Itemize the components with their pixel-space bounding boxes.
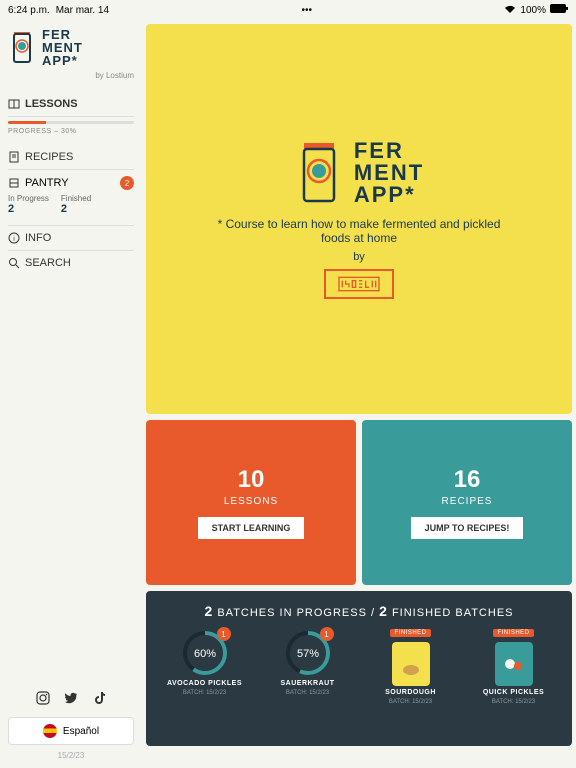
nav-pantry-section: PANTRY 2 In Progress 2 Finished 2 [8, 170, 134, 226]
info-icon: i [8, 232, 20, 244]
start-learning-button[interactable]: START LEARNING [198, 517, 305, 539]
hero-jar-icon [294, 139, 344, 207]
batch-date: BATCH: 15/2/23 [389, 699, 432, 705]
progress-section: PROGRESS – 30% [8, 117, 134, 145]
batches-panel: 2 BATCHES IN PROGRESS / 2 FINISHED BATCH… [146, 591, 572, 746]
sidebar-date: 15/2/23 [8, 751, 134, 760]
nav-info-label: INFO [25, 232, 51, 244]
spain-flag-icon [43, 724, 57, 738]
nav-lessons-label: LESSONS [25, 98, 78, 110]
nav-recipes-label: RECIPES [25, 151, 73, 163]
pantry-badge: 2 [120, 176, 134, 190]
finished-badge: FINISHED [390, 629, 430, 637]
progress-bar [8, 121, 134, 124]
logo-line3: APP* [42, 54, 83, 67]
app-logo: FER MENT APP* [8, 28, 134, 67]
finished-badge: FINISHED [493, 629, 533, 637]
social-links [8, 691, 134, 705]
pantry-in-progress: In Progress 2 [8, 194, 49, 215]
language-label: Español [63, 726, 99, 737]
batch-badge: 1 [217, 627, 231, 641]
battery-pct: 100% [520, 5, 546, 16]
sidebar: FER MENT APP* by Lostium LESSONS PROGRES… [0, 20, 142, 768]
lessons-card[interactable]: 10 LESSONS START LEARNING [146, 420, 356, 585]
batch-name: AVOCADO PICKLES [167, 680, 242, 687]
instagram-icon[interactable] [36, 691, 50, 705]
batch-quick-pickles[interactable]: FINISHED QUICK PICKLES BATCH: 15/2/23 [465, 629, 562, 705]
recipes-card[interactable]: 16 RECIPES JUMP TO RECIPES! [362, 420, 572, 585]
main-content: FER MENT APP* * Course to learn how to m… [142, 20, 576, 768]
pantry-icon [8, 177, 20, 189]
hero-banner: FER MENT APP* * Course to learn how to m… [146, 24, 572, 414]
batch-avocado-pickles[interactable]: 60% 1 AVOCADO PICKLES BATCH: 15/2/23 [156, 629, 253, 705]
lessons-count: 10 [238, 466, 265, 494]
twitter-icon[interactable] [64, 691, 78, 705]
batch-name: QUICK PICKLES [483, 689, 544, 696]
lessons-label: LESSONS [224, 496, 278, 507]
status-time: 6:24 p.m. [8, 5, 50, 16]
jump-recipes-button[interactable]: JUMP TO RECIPES! [411, 517, 524, 539]
language-button[interactable]: Español [8, 717, 134, 745]
jar-icon [8, 28, 36, 64]
wifi-icon [504, 4, 516, 16]
lostium-logo [324, 269, 394, 299]
progress-ring: 60% 1 [181, 629, 229, 677]
svg-text:57%: 57% [296, 648, 318, 660]
status-bar: 6:24 p.m. Mar mar. 14 ••• 100% [0, 0, 576, 20]
svg-text:60%: 60% [193, 648, 215, 660]
nav-pantry-label: PANTRY [25, 177, 69, 189]
batch-date: BATCH: 15/2/23 [492, 699, 535, 705]
progress-label: PROGRESS – 30% [8, 128, 134, 135]
batch-date: BATCH: 15/2/23 [286, 690, 329, 696]
batch-name: SOURDOUGH [385, 689, 436, 696]
batch-badge: 1 [320, 627, 334, 641]
hero-logo: FER MENT APP* [294, 139, 424, 207]
progress-ring: 57% 1 [284, 629, 332, 677]
batch-sourdough[interactable]: FINISHED SOURDOUGH BATCH: 15/2/23 [362, 629, 459, 705]
batch-thumbnail [495, 642, 533, 686]
hero-line2: MENT [354, 162, 424, 184]
nav-search[interactable]: SEARCH [8, 251, 134, 275]
batch-date: BATCH: 15/2/23 [183, 690, 226, 696]
batch-name: SAUERKRAUT [281, 680, 335, 687]
pantry-finished: Finished 2 [61, 194, 91, 215]
nav-info[interactable]: i INFO [8, 226, 134, 251]
nav-recipes[interactable]: RECIPES [8, 145, 134, 170]
hero-tagline: * Course to learn how to make fermented … [209, 217, 509, 245]
battery-icon [550, 4, 568, 16]
recipes-count: 16 [454, 466, 481, 494]
batches-title: 2 BATCHES IN PROGRESS / 2 FINISHED BATCH… [156, 603, 562, 619]
hero-line3: APP* [354, 184, 424, 206]
hero-by: by [353, 251, 365, 263]
hero-line1: FER [354, 140, 424, 162]
recipe-icon [8, 151, 20, 163]
svg-text:i: i [13, 236, 15, 243]
batch-thumbnail [392, 642, 430, 686]
book-icon [8, 98, 20, 110]
recipes-label: RECIPES [442, 496, 493, 507]
status-date: Mar mar. 14 [56, 5, 109, 16]
nav-search-label: SEARCH [25, 257, 71, 269]
by-line: by Lostium [8, 71, 134, 80]
status-dots: ••• [301, 5, 312, 16]
batch-sauerkraut[interactable]: 57% 1 SAUERKRAUT BATCH: 15/2/23 [259, 629, 356, 705]
search-icon [8, 257, 20, 269]
tiktok-icon[interactable] [92, 691, 106, 705]
nav-pantry[interactable]: PANTRY 2 [8, 176, 134, 190]
nav-lessons[interactable]: LESSONS [8, 92, 134, 117]
